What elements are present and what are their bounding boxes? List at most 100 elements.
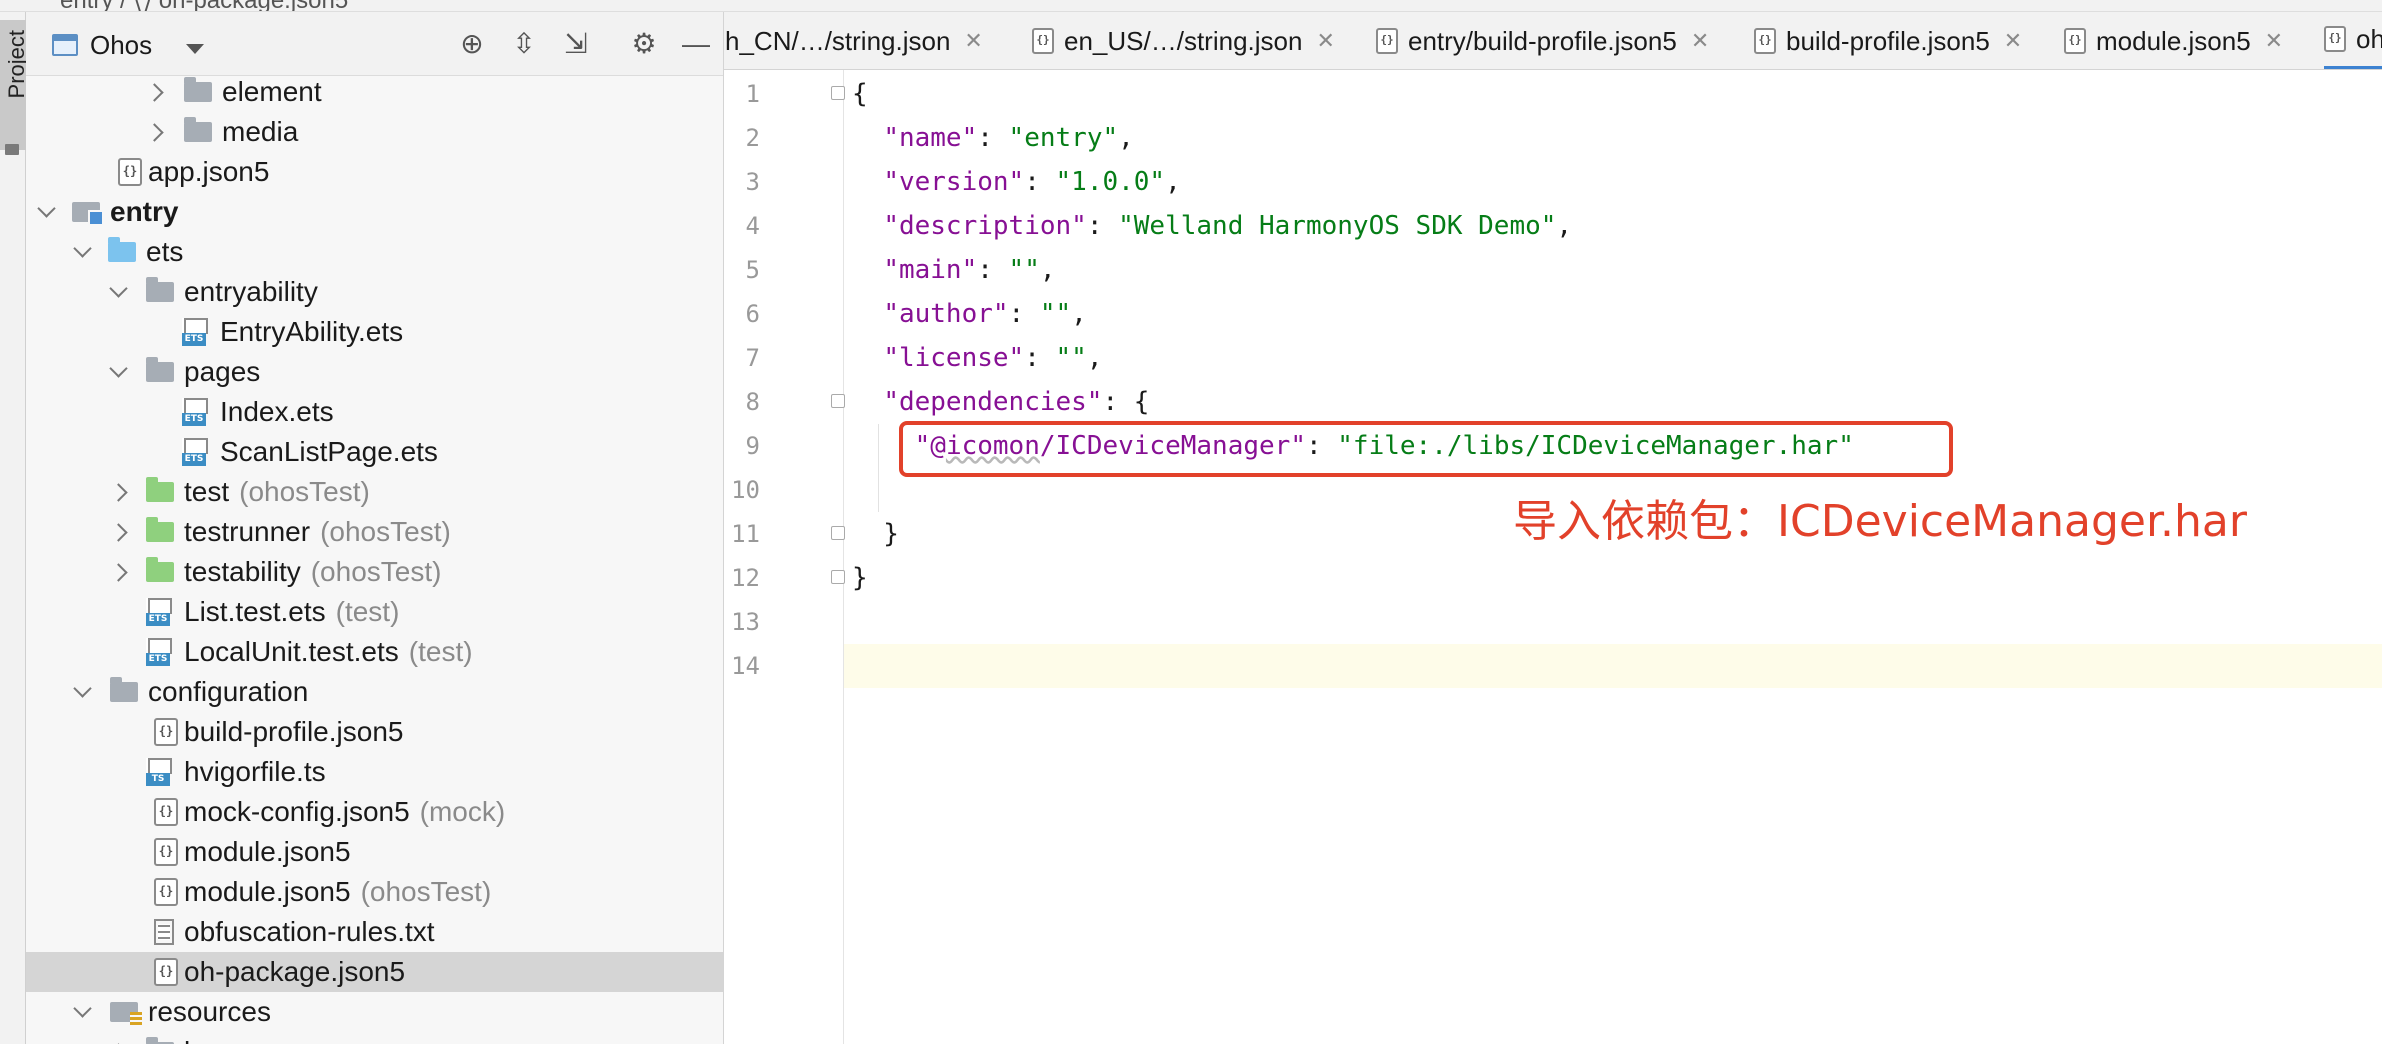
chevron-down-icon[interactable] — [74, 684, 90, 700]
code-line[interactable] — [844, 600, 2382, 644]
editor-tab[interactable]: {} module.json5 ✕ — [2064, 12, 2283, 69]
chevron-down-icon[interactable] — [38, 204, 54, 220]
tree-item[interactable]: List.test.ets(test) — [26, 592, 723, 632]
tree-item-label: ets — [146, 236, 184, 267]
tree-item-suffix: (test) — [335, 596, 400, 627]
chevron-down-icon[interactable] — [110, 364, 126, 380]
editor-tab[interactable]: {} en_US/…/string.json ✕ — [1032, 12, 1335, 69]
chevron-down-icon[interactable] — [110, 284, 126, 300]
locate-icon[interactable]: ⊕ — [456, 28, 488, 60]
tree-item-label: hvigorfile.ts — [184, 756, 326, 787]
code-line[interactable]: "description": "Welland HarmonyOS SDK De… — [844, 204, 2382, 248]
chevron-right-icon[interactable] — [110, 484, 126, 500]
tree-item[interactable]: configuration — [26, 672, 723, 712]
tree-item-label: testrunner (ohosTest) — [184, 516, 451, 547]
tree-item-suffix: (ohosTest) — [239, 476, 370, 507]
chevron-right-icon[interactable] — [110, 524, 126, 540]
tree-item[interactable]: entryability — [26, 272, 723, 312]
editor-tab[interactable]: {} build-profile.json5 ✕ — [1754, 12, 2022, 69]
tree-item-label: element — [222, 76, 322, 107]
project-view-selector[interactable]: Ohos — [90, 30, 152, 61]
json-file-icon: {} — [154, 958, 178, 986]
tree-item[interactable]: {} module.json5 — [26, 832, 723, 872]
project-tool-tab[interactable]: Project — [0, 20, 29, 155]
line-number: 12 — [731, 564, 760, 592]
folder-icon — [110, 677, 138, 702]
source-folder-icon — [108, 237, 136, 262]
tree-item[interactable]: media — [26, 112, 723, 152]
ets-file-icon — [146, 598, 172, 626]
ets-file-icon — [182, 398, 208, 426]
code-line-text: "name": "entry", — [883, 123, 1134, 153]
tree-item-label: media — [222, 116, 299, 147]
folder-icon — [146, 277, 174, 302]
close-icon[interactable]: ✕ — [2265, 28, 2283, 54]
tree-item[interactable]: ScanListPage.ets — [26, 432, 723, 472]
code-line[interactable]: } — [844, 556, 2382, 600]
code-line[interactable]: "license": "", — [844, 336, 2382, 380]
tree-item[interactable]: {} oh-package.json5 — [26, 952, 723, 992]
json-file-icon: {} — [154, 718, 178, 746]
tree-item[interactable]: element — [26, 72, 723, 112]
hide-minus-icon[interactable]: — — [680, 28, 712, 60]
settings-gear-icon[interactable]: ⚙ — [628, 28, 660, 60]
expand-all-icon[interactable]: ⇳ — [508, 28, 540, 60]
tree-item[interactable]: pages — [26, 352, 723, 392]
close-icon[interactable]: ✕ — [964, 28, 982, 54]
editor-tab-label: entry/build-profile.json5 — [1408, 25, 1677, 56]
fold-marker-icon[interactable] — [831, 394, 845, 408]
annotation-text: 导入依赖包：ICDeviceManager.har — [1513, 496, 2247, 547]
editor-tab[interactable]: zh_CN/…/string.json ✕ — [724, 12, 983, 69]
collapse-all-icon[interactable]: ⇲ — [560, 28, 592, 60]
json-file-icon: {} — [1376, 28, 1398, 54]
chevron-down-icon[interactable] — [74, 1004, 90, 1020]
code-line[interactable] — [844, 644, 2382, 688]
tree-item[interactable]: entry — [26, 192, 723, 232]
tree-item[interactable]: {} mock-config.json5 (mock) — [26, 792, 723, 832]
code-line[interactable]: "dependencies": { — [844, 380, 2382, 424]
tree-item[interactable]: Index.ets — [26, 392, 723, 432]
code-line[interactable]: "author": "", — [844, 292, 2382, 336]
close-icon[interactable]: ✕ — [1316, 28, 1334, 54]
text-file-icon — [154, 919, 174, 945]
tree-item[interactable]: ets — [26, 232, 723, 272]
tree-item[interactable]: test (ohosTest) — [26, 472, 723, 512]
tree-item-label: configuration — [148, 676, 309, 707]
chevron-right-icon[interactable] — [146, 124, 162, 140]
tree-item[interactable]: resources — [26, 992, 723, 1032]
chevron-right-icon[interactable] — [146, 84, 162, 100]
fold-marker-icon[interactable] — [831, 526, 845, 540]
line-number: 10 — [731, 476, 760, 504]
code-line[interactable]: "main": "", — [844, 248, 2382, 292]
chevron-down-icon[interactable] — [74, 244, 90, 260]
json-file-icon: {} — [154, 838, 178, 866]
ets-file-icon — [182, 438, 208, 466]
close-icon[interactable]: ✕ — [1691, 28, 1709, 54]
test-folder-icon — [146, 557, 174, 582]
code-area[interactable]: { "name": "entry", "version": "1.0.0", "… — [844, 70, 2382, 1044]
chevron-down-icon[interactable] — [186, 44, 204, 54]
tree-item[interactable]: LocalUnit.test.ets(test) — [26, 632, 723, 672]
tree-item[interactable]: testability (ohosTest) — [26, 552, 723, 592]
close-icon[interactable]: ✕ — [2004, 28, 2022, 54]
tree-item[interactable]: {} build-profile.json5 — [26, 712, 723, 752]
editor-tab[interactable]: {}oh-package.json5✕ — [2324, 12, 2382, 69]
line-number: 7 — [745, 344, 760, 372]
chevron-right-icon[interactable] — [110, 564, 126, 580]
tree-item[interactable]: base — [26, 1032, 723, 1044]
editor-tab[interactable]: {} entry/build-profile.json5 ✕ — [1376, 12, 1709, 69]
code-line[interactable]: "version": "1.0.0", — [844, 160, 2382, 204]
fold-marker-icon[interactable] — [831, 570, 845, 584]
tree-item[interactable]: obfuscation-rules.txt — [26, 912, 723, 952]
code-line[interactable]: "name": "entry", — [844, 116, 2382, 160]
tree-item[interactable]: EntryAbility.ets — [26, 312, 723, 352]
tree-item[interactable]: testrunner (ohosTest) — [26, 512, 723, 552]
json-file-icon: {} — [154, 798, 178, 826]
tree-item[interactable]: {} module.json5 (ohosTest) — [26, 872, 723, 912]
tree-item[interactable]: hvigorfile.ts — [26, 752, 723, 792]
fold-marker-icon[interactable] — [831, 86, 845, 100]
tree-item[interactable]: {} app.json5 — [26, 152, 723, 192]
code-line[interactable]: { — [844, 72, 2382, 116]
tree-item-label: entryability — [184, 276, 318, 307]
editor-tab-label: oh-package.json5 — [2356, 23, 2382, 54]
